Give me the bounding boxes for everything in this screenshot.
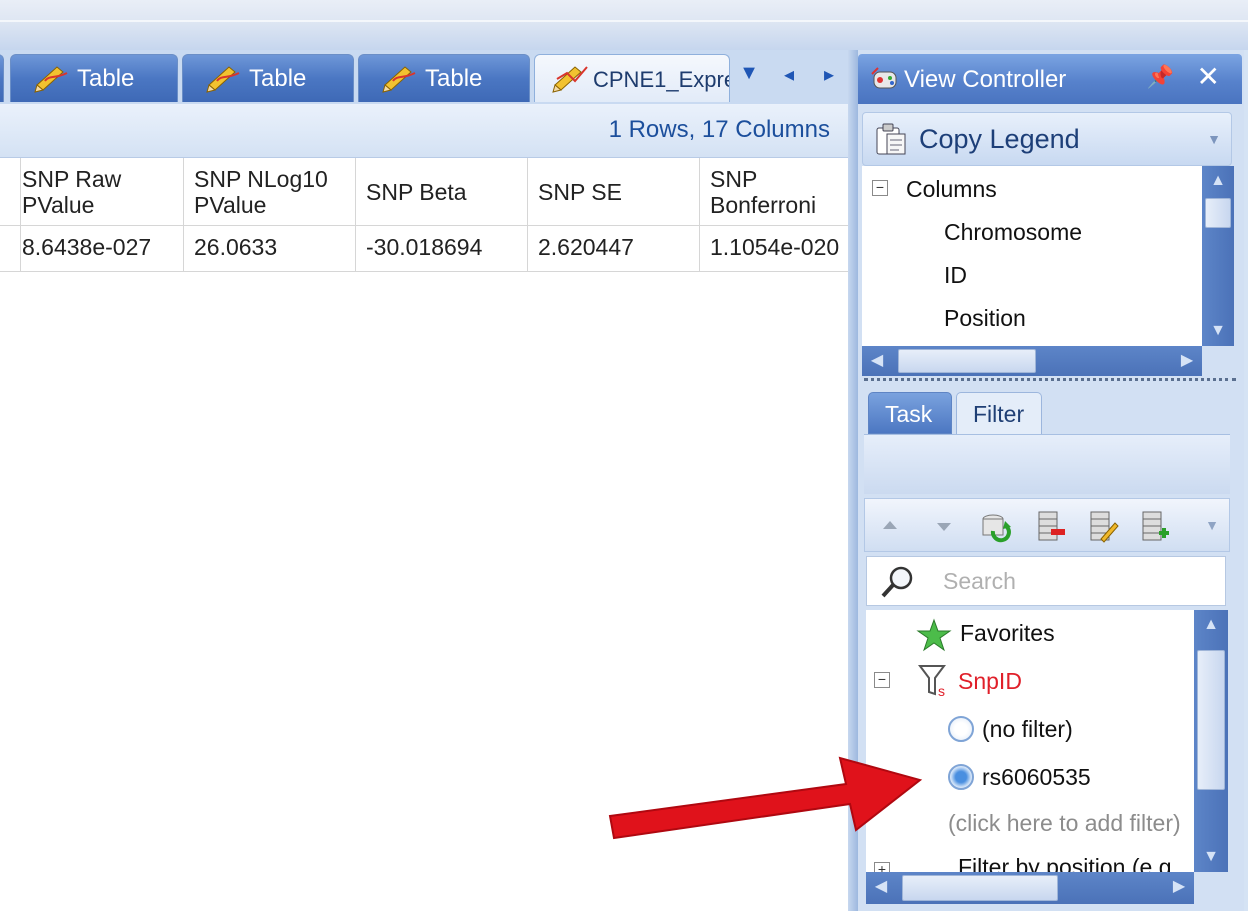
tab-label: Table [77,65,135,92]
section-splitter[interactable] [864,378,1236,384]
column-header[interactable]: SNP Beta [356,158,528,226]
tab-label: Table [425,65,483,92]
table-cell[interactable]: 26.0633 [184,226,356,272]
scroll-down-icon[interactable]: ▼ [1194,842,1228,872]
column-header-line: PValue [22,191,95,218]
view-controller-icon [871,67,897,89]
column-header-line: SNP NLog10 [194,165,328,192]
pencil-icon [382,66,416,93]
chevron-down-icon[interactable]: ▼ [1207,131,1221,147]
edit-filter-icon[interactable] [1085,509,1119,543]
filter-vertical-scrollbar[interactable]: ▲ ▼ [1194,610,1228,872]
columns-vertical-scrollbar[interactable]: ▲ ▼ [1202,166,1234,346]
add-filter-icon[interactable] [1137,509,1171,543]
column-header-line: SNP Beta [366,178,467,205]
pin-icon[interactable]: 📌 [1147,64,1174,90]
refresh-icon[interactable] [979,509,1013,543]
move-down-icon[interactable] [933,515,955,537]
row-column-count: 1 Rows, 17 Columns [608,116,830,143]
tab-table-3[interactable]: Table [358,54,530,102]
tab-scroll-left-icon[interactable]: ◂ [776,62,802,88]
table-cell[interactable]: -30.018694 [356,226,528,272]
filter-funnel-icon: s [918,665,946,699]
column-header-line: SNP SE [538,178,622,205]
filter-toolbar: ▼ [864,498,1230,552]
close-icon[interactable]: ✕ [1197,60,1220,93]
tab-task[interactable]: Task [868,392,952,434]
tab-table-2[interactable]: Table [182,54,354,102]
remove-filter-icon[interactable] [1033,509,1067,543]
expand-icon[interactable]: + [874,862,890,872]
columns-horizontal-scrollbar[interactable]: ◀ ▶ [862,346,1202,376]
annotation-arrow [608,756,923,840]
tab-label: CPNE1_Expre [593,67,730,92]
tab-scroll-right-icon[interactable]: ▸ [816,62,842,88]
scrollbar-thumb[interactable] [1197,650,1225,790]
filter-option[interactable]: (no filter) [982,716,1073,743]
scroll-up-icon[interactable]: ▲ [1194,610,1228,640]
copy-legend-label: Copy Legend [919,124,1080,154]
scroll-left-icon[interactable]: ◀ [862,346,892,376]
columns-tree: − Columns Chromosome ID Position [862,166,1202,346]
add-filter-hint[interactable]: (click here to add filter) [948,810,1181,837]
scrollbar-thumb[interactable] [902,875,1058,901]
pencil-icon [34,66,68,93]
tree-root-columns[interactable]: Columns [906,176,997,203]
column-header[interactable]: SNP Raw PValue [12,158,184,226]
clipboard-icon [876,123,906,155]
table-cell[interactable]: 2.620447 [528,226,700,272]
search-icon [881,566,913,598]
filter-horizontal-scrollbar[interactable]: ◀ ▶ [866,872,1194,904]
tab-table-1[interactable]: Table [10,54,178,102]
window-top-band [0,0,1248,50]
tab-partial[interactable] [0,54,4,102]
tab-filter[interactable]: Filter [956,392,1042,434]
filter-option-selected[interactable]: rs6060535 [982,764,1091,791]
move-up-icon[interactable] [879,515,901,537]
pencil-icon [206,66,240,93]
column-header-line: Bonferroni [710,191,817,218]
scroll-right-icon[interactable]: ▶ [1172,346,1202,376]
table-cell[interactable]: 1.1054e-020 [700,226,848,272]
table-info-bar: 1 Rows, 17 Columns [0,104,848,158]
radio-rs6060535[interactable] [948,764,974,790]
tab-list-dropdown-icon[interactable]: ▼ [736,62,762,88]
star-icon [916,618,952,652]
scroll-right-icon[interactable]: ▶ [1164,872,1194,904]
search-placeholder: Search [943,568,1016,594]
scroll-left-icon[interactable]: ◀ [866,872,896,904]
scrollbar-thumb[interactable] [898,349,1036,373]
svg-text:s: s [938,683,945,699]
column-header-line: SNP Raw [22,165,122,192]
column-header[interactable]: SNP Bonferroni [700,158,848,226]
view-controller-header: View Controller 📌 ✕ [858,54,1242,104]
tree-item[interactable]: Position [944,305,1026,332]
copy-legend-button[interactable]: Copy Legend ▼ [862,112,1232,166]
collapse-icon[interactable]: − [872,180,888,196]
column-header[interactable]: SNP NLog10 PValue [184,158,356,226]
radio-no-filter[interactable] [948,716,974,742]
snpid-filter-group[interactable]: SnpID [958,668,1022,695]
filter-header-bar [864,434,1230,494]
column-header-line: SNP [710,165,758,192]
collapse-icon[interactable]: − [874,672,890,688]
tab-cpne1-expression[interactable]: CPNE1_Expre [534,54,730,102]
panel-title: View Controller [904,66,1067,93]
table-cell[interactable]: 8.6438e-027 [12,226,184,272]
filter-search-input[interactable]: Search [866,556,1226,606]
favorites-item[interactable]: Favorites [960,620,1055,647]
toolbar-overflow-icon[interactable]: ▼ [1205,517,1219,533]
filter-group-partial[interactable]: Filter by position (e.g. [958,854,1178,872]
scroll-down-icon[interactable]: ▼ [1202,316,1234,346]
tree-item[interactable]: ID [944,262,967,289]
pencil-chart-icon [552,66,588,93]
tree-item[interactable]: Chromosome [944,219,1082,246]
column-header-line: PValue [194,191,267,218]
column-header[interactable]: SNP SE [528,158,700,226]
scrollbar-thumb[interactable] [1205,198,1231,228]
scroll-up-icon[interactable]: ▲ [1202,166,1234,196]
tab-label: Table [249,65,307,92]
